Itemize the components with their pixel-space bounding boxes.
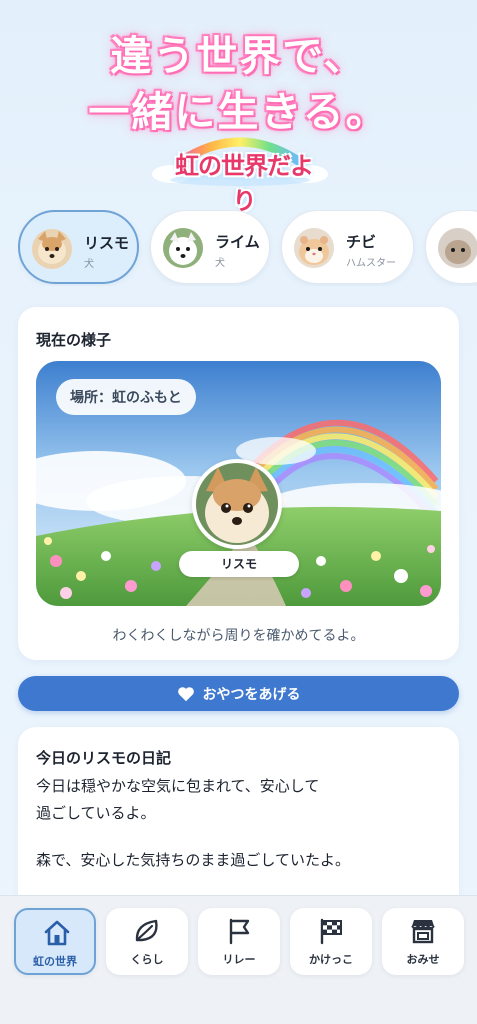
diary-paragraph: 今日は穏やかな空気に包まれて、安心して 過ごしているよ。 — [36, 773, 446, 827]
checkered-flag-icon — [320, 918, 342, 945]
pet-tab-lime[interactable]: ライム 犬 — [150, 210, 270, 284]
pet-name: ライム — [215, 233, 260, 251]
flag-icon — [229, 918, 250, 945]
pet-species: ハムスター — [346, 258, 396, 269]
pet-tab-rismo[interactable]: リスモ 犬 — [18, 210, 139, 284]
diary-title: 今日のリスモの日記 — [36, 749, 172, 767]
bottom-navigation: 虹の世界 くらし リレー かけっこ おみせ — [0, 895, 477, 1024]
nav-life[interactable]: くらし — [106, 908, 188, 975]
give-treat-label: おやつをあげる — [202, 686, 301, 703]
app-logo: 虹の世界だより — [150, 128, 330, 215]
logo-text: 虹の世界だより — [175, 152, 314, 215]
status-message: わくわくしながら周りを確かめてるよ。 — [112, 628, 365, 644]
pet-selector: リスモ 犬 ライム 犬 チビ ハムスター — [18, 210, 477, 286]
nav-label: かけっこ — [309, 953, 353, 966]
rainbow-scene-image: 場所：虹のふもと リスモ — [36, 361, 441, 606]
nav-relay[interactable]: リレー — [198, 908, 280, 975]
diary-paragraph: 森で、安心した気持ちのまま過ごしていたよ。 — [36, 851, 350, 869]
nav-label: おみせ — [406, 953, 440, 966]
pet-avatar — [294, 228, 334, 268]
diary-line: 今日は穏やかな空気に包まれて、安心して — [36, 777, 320, 795]
pet-species: 犬 — [215, 258, 225, 269]
pet-name: リスモ — [84, 234, 130, 252]
shop-icon — [411, 920, 435, 944]
nav-label: リレー — [222, 953, 256, 966]
status-card-title: 現在の様子 — [36, 331, 112, 349]
hero-headline-line1: 違う世界で、 — [110, 32, 367, 80]
pet-avatar — [32, 229, 72, 269]
status-card: 現在の様子 場所：虹のふもと リスモ わくわくしながら周りを確かめてるよ。 — [18, 307, 459, 660]
pet-avatar — [438, 228, 477, 268]
pet-name: チビ — [346, 233, 377, 251]
diary-line: 過ごしているよ。 — [36, 804, 156, 822]
pet-avatar — [163, 228, 203, 268]
location-badge: 場所：虹のふもと — [56, 379, 196, 415]
pet-tab-chibi[interactable]: チビ ハムスター — [281, 210, 414, 284]
heart-icon — [177, 686, 194, 701]
pet-name-label: リスモ — [179, 551, 299, 577]
pet-species: 犬 — [84, 259, 94, 270]
give-treat-button[interactable]: おやつをあげる — [18, 676, 459, 711]
nav-shop[interactable]: おみせ — [382, 908, 464, 975]
hero-banner: 違う世界で、 一緒に生きる。 虹の世界だより — [0, 0, 477, 215]
nav-race[interactable]: かけっこ — [290, 908, 372, 975]
nav-label: くらし — [130, 953, 164, 966]
pet-tab-more[interactable] — [425, 210, 477, 284]
leaf-icon — [135, 919, 158, 942]
pet-portrait — [192, 459, 282, 549]
home-icon — [44, 920, 70, 946]
nav-home[interactable]: 虹の世界 — [14, 908, 96, 975]
nav-label: 虹の世界 — [33, 955, 77, 968]
